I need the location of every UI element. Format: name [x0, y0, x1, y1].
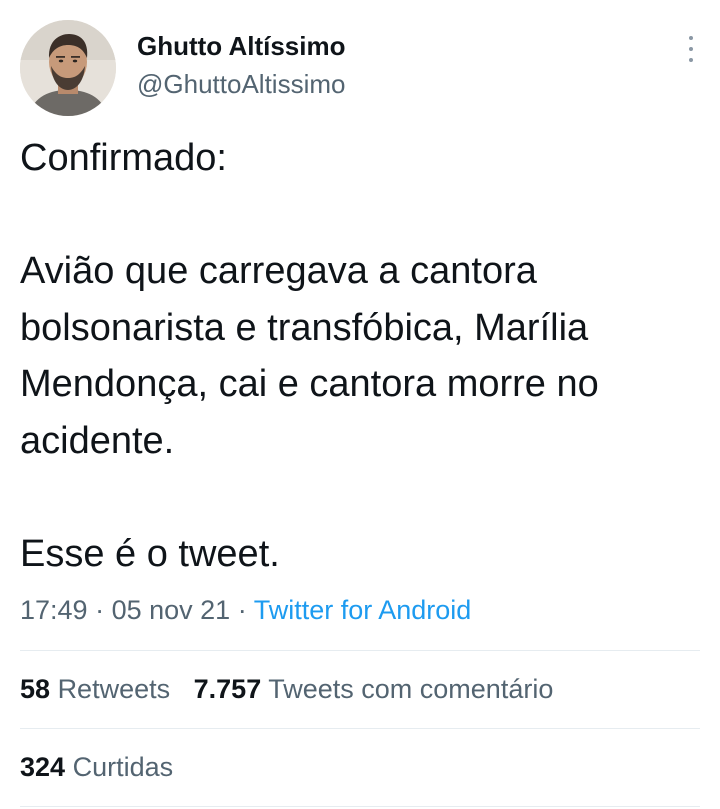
likes-stats: 324 Curtidas [20, 747, 189, 787]
likes-label: Curtidas [72, 752, 174, 782]
meta-separator: · [87, 595, 112, 625]
retweets-label: Retweets [57, 674, 171, 704]
tweet-meta: 17:49 · 05 nov 21 · Twitter for Android [20, 590, 471, 630]
more-dot [689, 36, 693, 40]
more-dot [689, 58, 693, 62]
retweets-count: 58 [20, 674, 51, 704]
tweet-header: Ghutto Altíssimo @GhuttoAltissimo [20, 20, 700, 116]
author-names: Ghutto Altíssimo @GhuttoAltissimo [137, 28, 345, 104]
tweet-date[interactable]: 05 nov 21 [112, 595, 231, 625]
more-dot [689, 47, 693, 51]
retweets-stat[interactable]: 58 Retweets [20, 669, 170, 709]
likes-count: 324 [20, 752, 66, 782]
divider [20, 728, 700, 729]
avatar[interactable] [20, 20, 116, 116]
engagement-stats: 58 Retweets 7.757 Tweets com comentário [20, 669, 569, 709]
likes-stat[interactable]: 324 Curtidas [20, 747, 173, 787]
quote-tweets-count: 7.757 [193, 674, 262, 704]
meta-separator: · [230, 595, 254, 625]
tweet-text-line: Confirmado: [20, 137, 227, 179]
tweet-time[interactable]: 17:49 [20, 595, 88, 625]
tweet-card: Ghutto Altíssimo @GhuttoAltissimo Confir… [0, 0, 720, 809]
divider [20, 806, 700, 807]
tweet-text-line: Esse é o tweet. [20, 532, 280, 575]
tweet-text: Confirmado: Avião que carregava a cantor… [20, 130, 710, 582]
more-options-icon[interactable] [684, 36, 698, 62]
profile-photo-icon [20, 20, 116, 116]
tweet-source-link[interactable]: Twitter for Android [254, 595, 472, 625]
quote-tweets-label: Tweets com comentário [268, 674, 554, 704]
author-handle[interactable]: @GhuttoAltissimo [137, 64, 345, 104]
author-display-name[interactable]: Ghutto Altíssimo [137, 28, 345, 64]
quote-tweets-stat[interactable]: 7.757 Tweets com comentário [194, 669, 554, 709]
tweet-text-paragraph: Avião que carregava a cantora bolsonaris… [20, 250, 599, 462]
divider [20, 650, 700, 651]
